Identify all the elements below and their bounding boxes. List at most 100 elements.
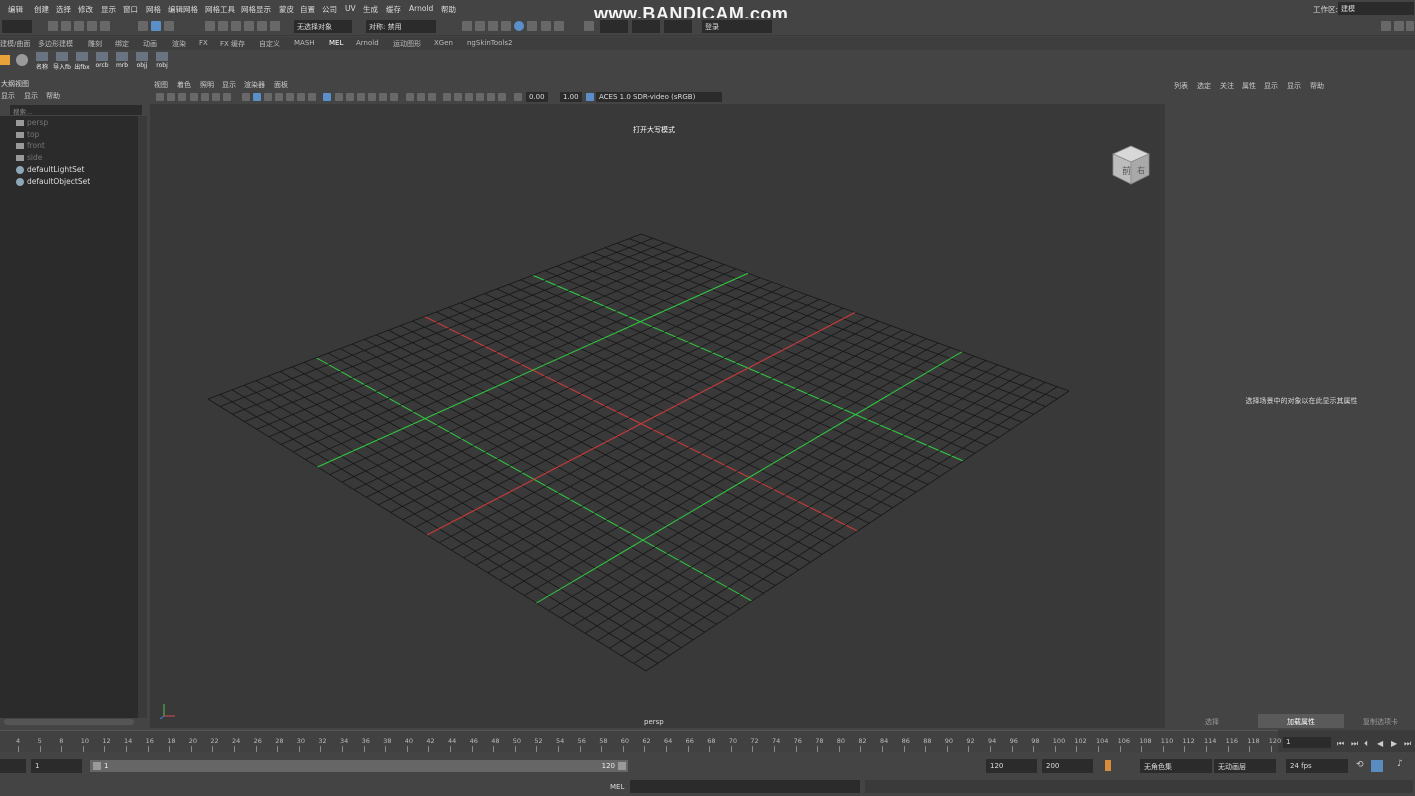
translate-z-field[interactable] <box>664 20 692 33</box>
step-back-frame-icon[interactable]: ⏴ <box>1364 739 1368 749</box>
snap-curve-icon[interactable] <box>218 21 228 31</box>
go-to-start-icon[interactable]: ⏮ <box>1337 739 1344 749</box>
outliner-menu-display[interactable]: 显示 <box>1 91 15 101</box>
menu-item-2[interactable]: 选择 <box>56 4 71 15</box>
menu-item-7[interactable]: 编辑网格 <box>168 4 198 15</box>
viewport-tool-icon-25[interactable] <box>454 93 462 101</box>
viewport-tool-icon-7[interactable] <box>242 93 250 101</box>
render-settings-icon[interactable] <box>501 21 511 31</box>
outliner-menu-help[interactable]: 帮助 <box>46 91 60 101</box>
render-view-icon[interactable] <box>527 21 537 31</box>
viewport-menu-0[interactable]: 视图 <box>154 80 168 90</box>
transform-field-icon[interactable] <box>584 21 594 31</box>
menu-item-13[interactable]: UV <box>345 4 356 13</box>
hypershade-icon[interactable] <box>514 21 524 31</box>
menu-item-6[interactable]: 网格 <box>146 4 161 15</box>
viewport-tool-icon-27[interactable] <box>476 93 484 101</box>
animation-end-field[interactable]: 200 <box>1042 759 1093 773</box>
attr-menu-3[interactable]: 属性 <box>1242 81 1256 91</box>
viewport-tool-icon-15[interactable] <box>335 93 343 101</box>
shelf-tab-13[interactable]: XGen <box>434 39 453 47</box>
shelf-tab-7[interactable]: FX 缓存 <box>220 39 245 49</box>
menu-item-16[interactable]: Arnold <box>409 4 433 13</box>
menu-item-4[interactable]: 显示 <box>101 4 116 15</box>
viewport-tool-icon-10[interactable] <box>275 93 283 101</box>
viewcube-icon[interactable]: 前 右 <box>1110 144 1152 186</box>
select-button[interactable]: 选择 <box>1168 714 1256 728</box>
undo-icon[interactable] <box>87 21 97 31</box>
outliner-search-input[interactable]: 搜索... <box>10 105 142 116</box>
viewport-tool-icon-1[interactable] <box>167 93 175 101</box>
cache-playback-icon[interactable] <box>1371 760 1383 772</box>
translate-y-field[interactable] <box>632 20 660 33</box>
render-frame-icon[interactable] <box>462 21 472 31</box>
anim-layer-dropdown[interactable]: 无动画层 <box>1214 759 1276 773</box>
shelf-tab-8[interactable]: 自定义 <box>259 39 280 49</box>
command-input[interactable] <box>630 780 860 793</box>
shelf-icon-2[interactable]: 出fbx <box>73 52 91 71</box>
new-scene-icon[interactable] <box>48 21 58 31</box>
shelf-tab-12[interactable]: 运动图形 <box>393 39 421 49</box>
viewport-tool-icon-20[interactable] <box>390 93 398 101</box>
outliner-horizontal-scrollbar[interactable] <box>4 719 134 725</box>
menu-item-10[interactable]: 蒙皮 <box>279 4 294 15</box>
viewport-tool-icon-6[interactable] <box>223 93 231 101</box>
redo-icon[interactable] <box>100 21 110 31</box>
shelf-icon-0[interactable]: 名称 <box>33 52 51 71</box>
light-editor-icon[interactable] <box>541 21 551 31</box>
menu-item-11[interactable]: 自置 <box>300 4 315 15</box>
sound-icon[interactable]: ♪ <box>1397 759 1403 769</box>
viewport-tool-icon-19[interactable] <box>379 93 387 101</box>
viewport-tool-icon-5[interactable] <box>212 93 220 101</box>
shelf-icon-3[interactable]: orcb <box>93 52 111 70</box>
viewport-tool-icon-21[interactable] <box>406 93 414 101</box>
shelf-tab-9[interactable]: MASH <box>294 39 315 47</box>
menu-item-1[interactable]: 创建 <box>34 4 49 15</box>
viewport-tool-icon-22[interactable] <box>417 93 425 101</box>
select-object-icon[interactable] <box>151 21 161 31</box>
attr-menu-4[interactable]: 显示 <box>1264 81 1278 91</box>
menu-item-9[interactable]: 网格显示 <box>241 4 271 15</box>
exposure-field[interactable]: 0.00 <box>526 92 548 102</box>
viewport-tool-icon-12[interactable] <box>297 93 305 101</box>
outliner-item[interactable]: defaultObjectSet <box>16 177 90 188</box>
menu-item-8[interactable]: 网格工具 <box>205 4 235 15</box>
snap-grid-icon[interactable] <box>205 21 215 31</box>
viewport-tool-icon-3[interactable] <box>190 93 198 101</box>
load-attributes-button[interactable]: 加载属性 <box>1258 714 1344 728</box>
viewport-tool-icon-2[interactable] <box>178 93 186 101</box>
shelf-arrow-icon[interactable] <box>0 55 10 65</box>
animation-start-field[interactable] <box>0 759 26 773</box>
attr-menu-5[interactable]: 显示 <box>1287 81 1301 91</box>
viewport-tool-icon-28[interactable] <box>487 93 495 101</box>
copy-tab-button[interactable]: 复制选项卡 <box>1346 714 1415 728</box>
outliner-item[interactable]: defaultLightSet <box>16 165 84 176</box>
shelf-tab-11[interactable]: Arnold <box>356 39 379 47</box>
range-start-handle[interactable] <box>93 762 101 770</box>
range-end-handle[interactable] <box>618 762 626 770</box>
play-forwards-icon[interactable]: ▶ <box>1391 739 1397 748</box>
shelf-tab-0[interactable]: 建模/曲面 <box>0 39 30 49</box>
translate-x-field[interactable] <box>600 20 628 33</box>
snap-vertex-icon[interactable] <box>270 21 280 31</box>
shelf-tab-6[interactable]: FX <box>199 39 208 47</box>
workspace-icon[interactable] <box>1381 21 1391 31</box>
snap-point-icon[interactable] <box>231 21 241 31</box>
range-slider[interactable]: 1 120 <box>90 760 628 772</box>
render-sequence-icon[interactable] <box>475 21 485 31</box>
viewport-tool-icon-14[interactable] <box>323 93 331 101</box>
fps-dropdown[interactable]: 24 fps <box>1286 759 1348 773</box>
viewport-tool-icon-17[interactable] <box>357 93 365 101</box>
playback-start-field[interactable]: 1 <box>31 759 82 773</box>
character-set-dropdown[interactable]: 无角色集 <box>1140 759 1212 773</box>
shelf-icon-5[interactable]: objj <box>133 52 151 70</box>
ipr-render-icon[interactable] <box>488 21 498 31</box>
viewport-tool-icon-18[interactable] <box>368 93 376 101</box>
outliner-item[interactable]: front <box>16 141 45 152</box>
viewport-tool-icon-23[interactable] <box>428 93 436 101</box>
shelf-tab-2[interactable]: 雕刻 <box>88 39 102 49</box>
save-scene-icon[interactable] <box>74 21 84 31</box>
outliner-item[interactable]: side <box>16 153 42 164</box>
viewport-tool-icon-11[interactable] <box>286 93 294 101</box>
viewport-tool-icon-30[interactable] <box>514 93 522 101</box>
